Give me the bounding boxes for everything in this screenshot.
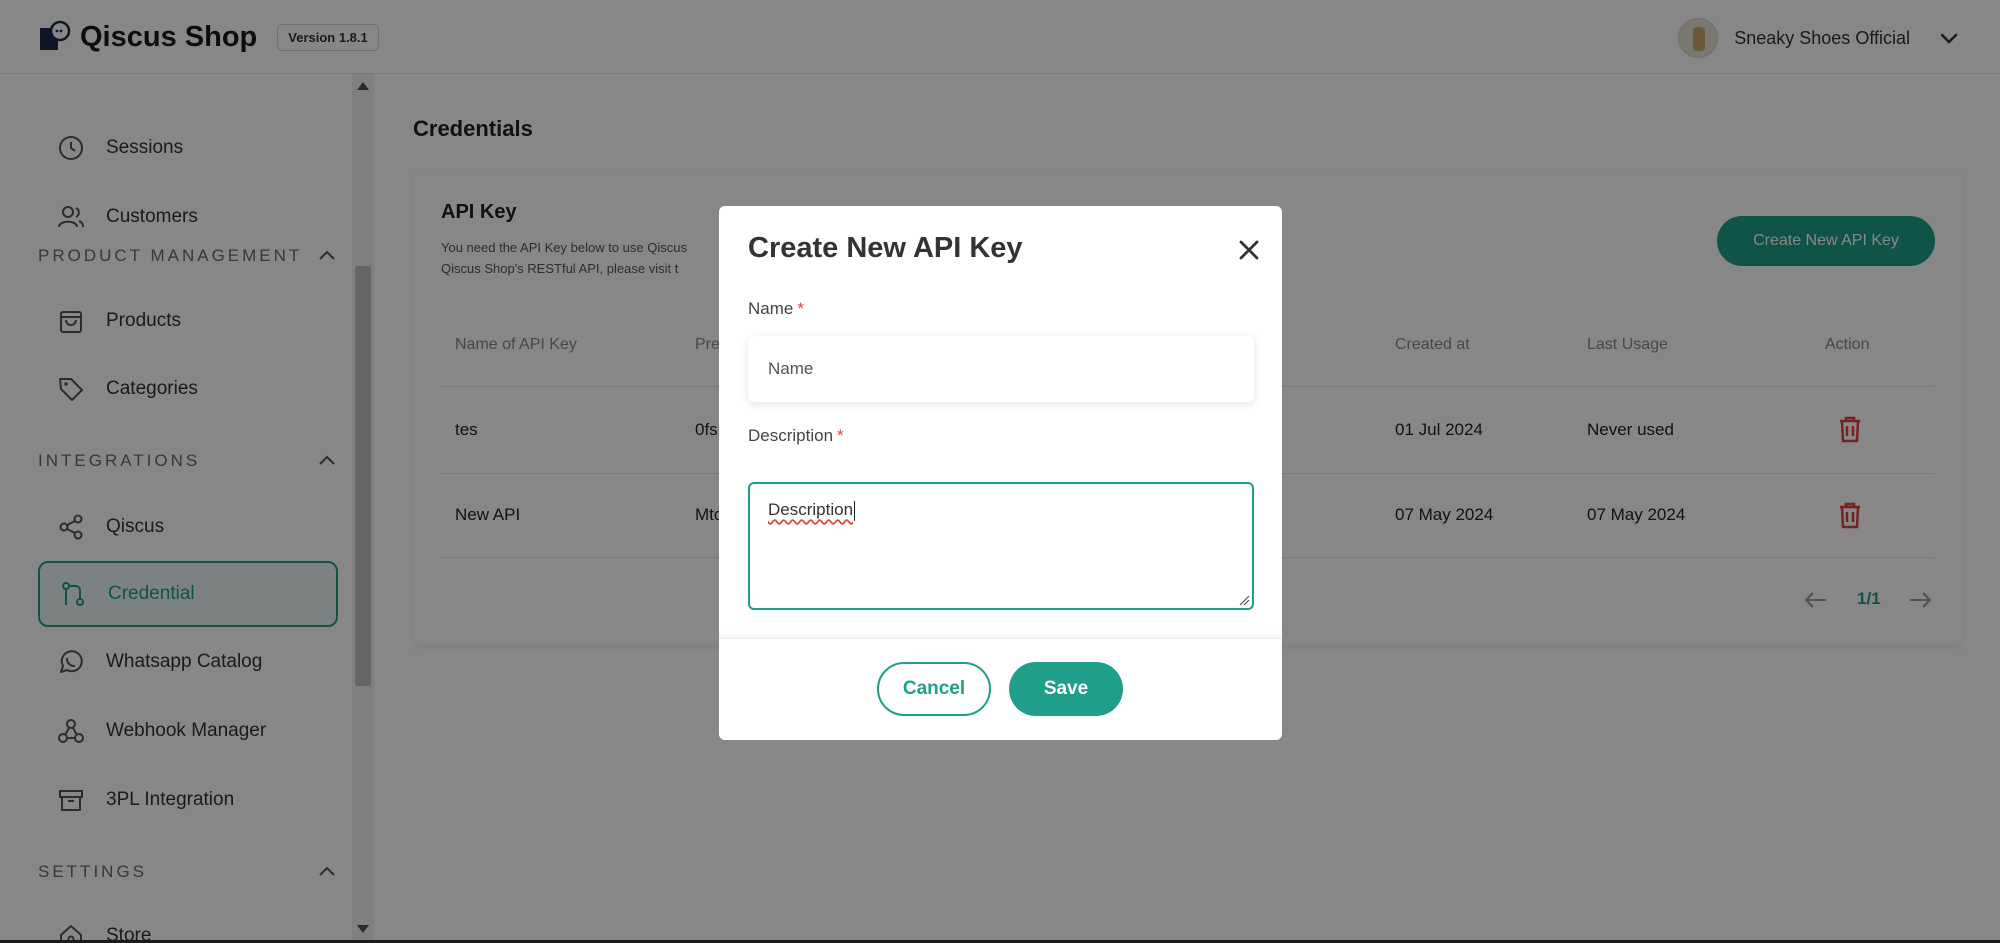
name-input[interactable] (748, 336, 1254, 402)
cancel-button[interactable]: Cancel (877, 662, 991, 716)
modal-title: Create New API Key (748, 232, 1023, 264)
required-mark: * (837, 426, 844, 445)
description-label-text: Description (748, 426, 834, 445)
required-mark: * (797, 299, 804, 318)
text-caret (854, 500, 856, 521)
name-label: Name * (748, 299, 804, 319)
description-textarea[interactable]: Description (748, 482, 1254, 610)
name-label-text: Name (748, 299, 794, 318)
resize-handle-icon[interactable] (1238, 594, 1250, 606)
create-api-key-modal: Create New API Key Name* Description* De… (719, 206, 1282, 740)
description-label: Description * (748, 426, 844, 446)
description-value: Description (768, 500, 854, 519)
save-button[interactable]: Save (1009, 662, 1123, 716)
modal-footer (719, 638, 1282, 740)
close-icon[interactable] (1235, 236, 1263, 264)
